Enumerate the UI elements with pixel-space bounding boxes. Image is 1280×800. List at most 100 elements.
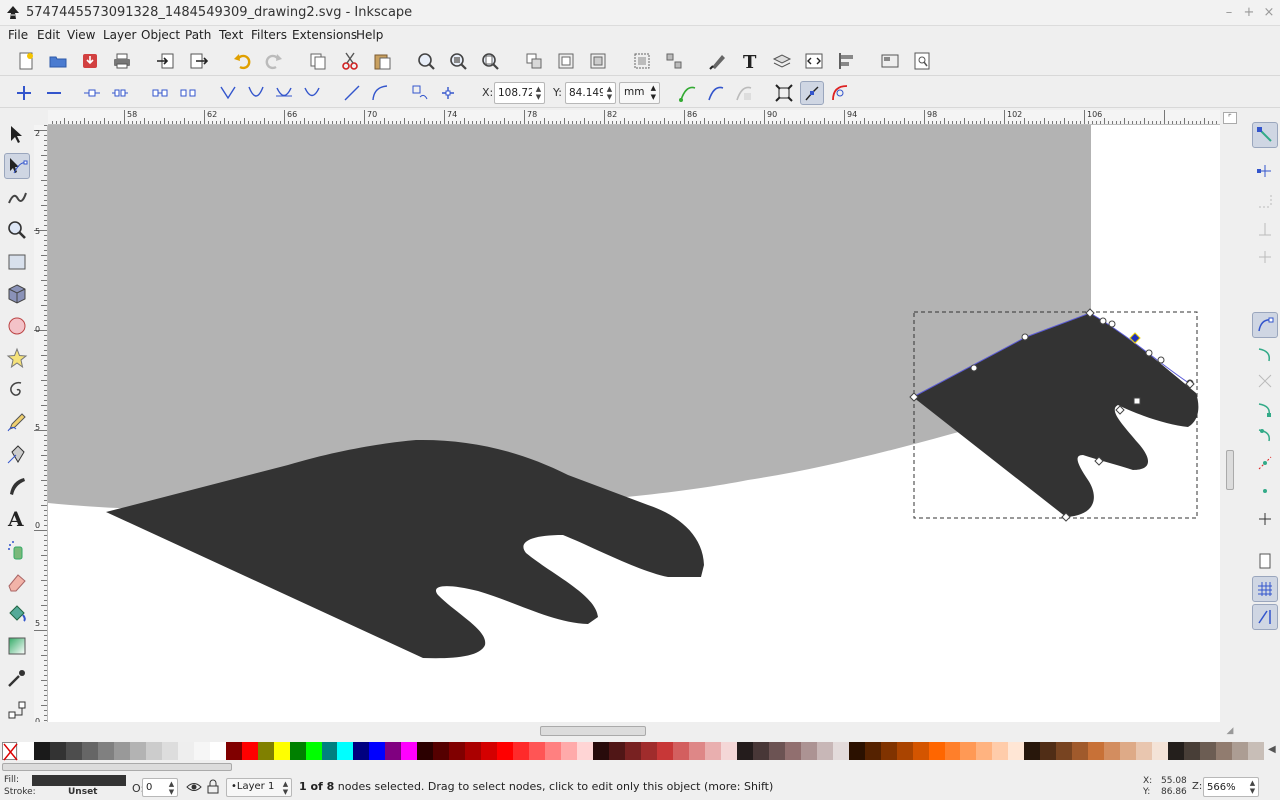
node-handle[interactable] [1157, 356, 1165, 364]
palette-swatch[interactable] [1200, 742, 1217, 760]
snap-cusp-nodes-icon[interactable] [1252, 396, 1278, 422]
palette-menu-icon[interactable]: ◀ [1268, 744, 1276, 755]
gray-background-shape[interactable] [48, 125, 1091, 511]
spiral-tool-icon[interactable] [4, 377, 30, 403]
y-coord-input[interactable] [566, 83, 603, 103]
layer-select[interactable]: •Layer 1 ▲ ▼ [226, 778, 292, 797]
fill-indicator[interactable] [32, 775, 126, 786]
zoom-tool-icon[interactable] [4, 217, 30, 243]
palette-swatch[interactable] [433, 742, 450, 760]
palette-swatch[interactable] [896, 742, 914, 760]
redo-icon[interactable] [262, 49, 286, 73]
print-icon[interactable] [110, 49, 134, 73]
unit-select[interactable]: mm ▲ ▼ [619, 82, 660, 104]
drawing-canvas[interactable] [48, 125, 1220, 722]
palette-swatch[interactable] [672, 742, 690, 760]
palette-swatch[interactable] [832, 742, 850, 760]
menu-view[interactable]: View [67, 28, 95, 42]
snap-bbox-edge-icon[interactable] [1252, 188, 1278, 214]
menu-layer[interactable]: Layer [103, 28, 136, 42]
zoom-input[interactable] [1204, 778, 1246, 796]
gradient-tool-icon[interactable] [4, 633, 30, 659]
group-icon[interactable] [630, 49, 654, 73]
drawing-svg[interactable] [48, 125, 1220, 722]
x-coord-input[interactable] [495, 83, 532, 103]
palette-swatch[interactable] [976, 742, 993, 760]
dropper-tool-icon[interactable] [4, 665, 30, 691]
palette-swatch[interactable] [545, 742, 562, 760]
tweak-tool-icon[interactable] [4, 185, 30, 211]
stroke-value[interactable]: Unset [68, 787, 97, 797]
pen-tool-icon[interactable] [4, 441, 30, 467]
auto-smooth-node-icon[interactable] [300, 81, 324, 105]
node-tool-icon[interactable] [4, 153, 30, 179]
paste-icon[interactable] [370, 49, 394, 73]
palette-swatch[interactable] [768, 742, 786, 760]
menu-edit[interactable]: Edit [37, 28, 60, 42]
snap-rotation-center-icon[interactable] [1252, 506, 1278, 532]
palette-swatch[interactable] [305, 742, 322, 760]
ellipse-tool-icon[interactable] [4, 313, 30, 339]
palette-swatch[interactable] [81, 742, 99, 760]
mask-path-icon[interactable] [732, 81, 756, 105]
text-font-icon[interactable]: T [738, 49, 762, 73]
unlink-clone-icon[interactable] [586, 49, 610, 73]
delete-segment-icon[interactable] [176, 81, 200, 105]
palette-swatch[interactable] [641, 742, 658, 760]
palette-swatch[interactable] [561, 742, 578, 760]
palette-swatch[interactable] [289, 742, 307, 760]
palette-swatch[interactable] [145, 742, 163, 760]
snap-bbox-midpoint-icon[interactable] [1252, 244, 1278, 270]
palette-swatch[interactable] [1040, 742, 1057, 760]
palette-swatch[interactable] [465, 742, 482, 760]
palette-swatch[interactable] [880, 742, 898, 760]
import-icon[interactable] [154, 49, 178, 73]
snap-bbox-icon[interactable] [1252, 158, 1278, 184]
segment-curve-icon[interactable] [368, 81, 392, 105]
zoom-page-icon[interactable] [478, 49, 502, 73]
undo-icon[interactable] [230, 49, 254, 73]
palette-swatch[interactable] [65, 742, 83, 760]
palette-swatch[interactable] [736, 742, 754, 760]
minimize-button[interactable]: – [1220, 4, 1238, 22]
fill-stroke-icon[interactable] [706, 49, 730, 73]
palette-swatch[interactable] [18, 742, 35, 760]
palette-swatch[interactable] [609, 742, 626, 760]
x-coord-stepper-icon[interactable]: ▲ ▼ [534, 85, 543, 101]
palette-swatch[interactable] [1152, 742, 1169, 760]
paint-bucket-tool-icon[interactable] [4, 601, 30, 627]
cusp-node-icon[interactable] [216, 81, 240, 105]
clone-icon[interactable] [554, 49, 578, 73]
menu-extensions[interactable]: Extensions [292, 28, 357, 42]
palette-swatch[interactable] [369, 742, 386, 760]
snap-grid-icon[interactable] [1252, 576, 1278, 602]
palette-swatch[interactable] [944, 742, 961, 760]
palette-swatch[interactable] [97, 742, 115, 760]
palette-swatch[interactable] [273, 742, 291, 760]
palette-swatch[interactable] [577, 742, 594, 760]
snap-toggle-icon[interactable] [1252, 122, 1278, 148]
palette-swatch[interactable] [1072, 742, 1089, 760]
palette-scrollbar[interactable] [0, 762, 1280, 772]
palette-scroll-thumb[interactable] [2, 763, 232, 771]
palette-swatch[interactable] [1088, 742, 1105, 760]
menu-path[interactable]: Path [185, 28, 211, 42]
palette-swatch[interactable] [848, 742, 866, 760]
snap-page-border-icon[interactable] [1252, 548, 1278, 574]
copy-icon[interactable] [306, 49, 330, 73]
selector-tool-icon[interactable] [4, 121, 30, 147]
palette-swatch[interactable] [337, 742, 354, 760]
cut-icon[interactable] [338, 49, 362, 73]
node-handle[interactable] [1145, 349, 1153, 357]
menu-object[interactable]: Object [141, 28, 180, 42]
export-icon[interactable] [186, 49, 210, 73]
palette-swatch[interactable] [656, 742, 674, 760]
snap-bbox-corner-icon[interactable] [1252, 216, 1278, 242]
join-segment-icon[interactable] [148, 81, 172, 105]
palette-swatch[interactable] [1024, 742, 1041, 760]
palette-swatch[interactable] [688, 742, 706, 760]
star-tool-icon[interactable] [4, 345, 30, 371]
node-handle[interactable] [1021, 333, 1029, 341]
show-path-outline-icon[interactable] [828, 81, 852, 105]
palette-swatch[interactable] [720, 742, 738, 760]
